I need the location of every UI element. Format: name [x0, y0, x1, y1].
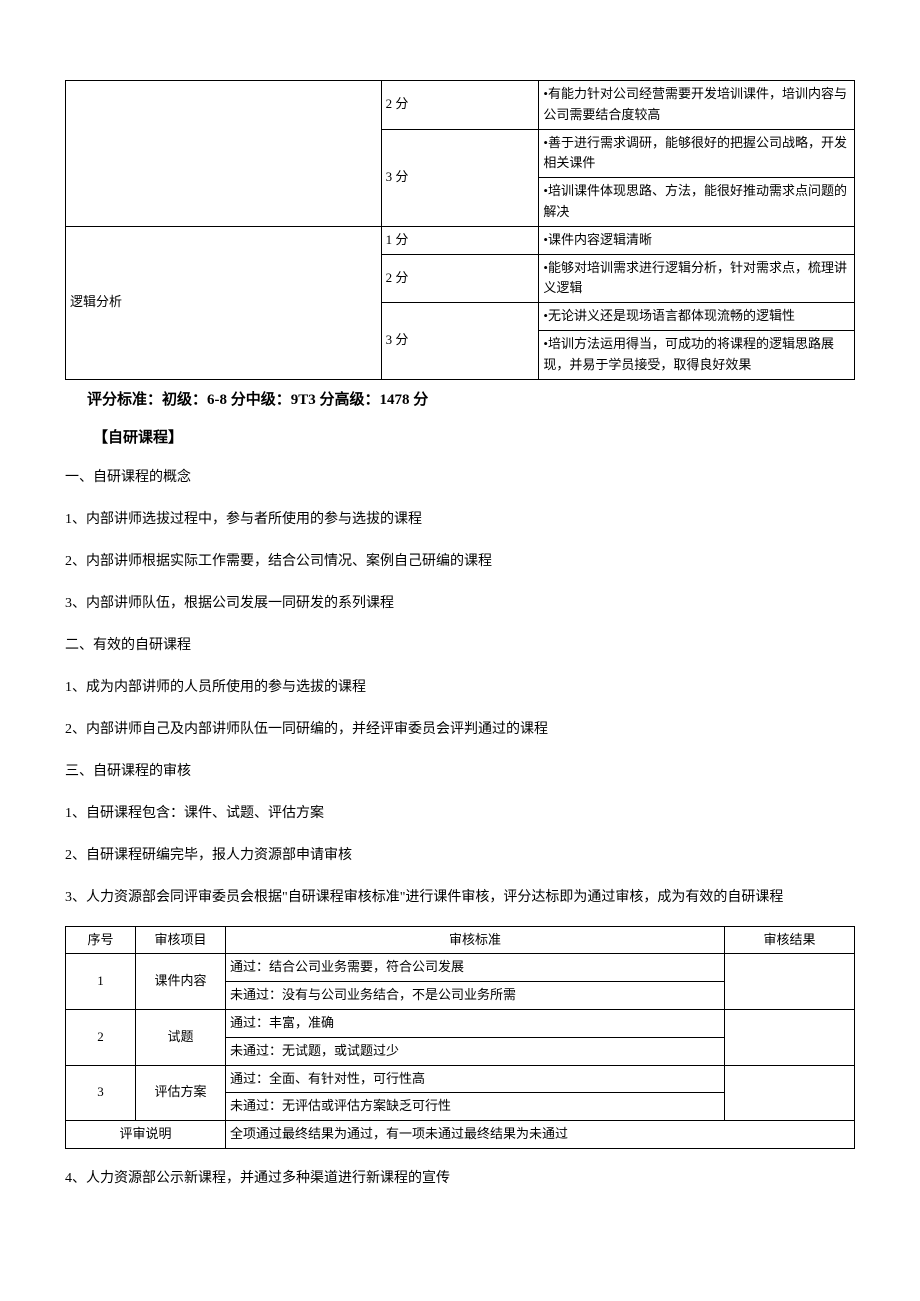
header-seq: 序号 — [66, 926, 136, 954]
header-item: 审核项目 — [136, 926, 226, 954]
score-cell: 3 分 — [381, 129, 539, 226]
header-std: 审核标准 — [226, 926, 725, 954]
paragraph: 二、有效的自研课程 — [65, 632, 855, 660]
item-cell: 评估方案 — [136, 1065, 226, 1121]
paragraph: 3、内部讲师队伍，根据公司发展一同研发的系列课程 — [65, 590, 855, 618]
table-row: 逻辑分析 1 分 •课件内容逻辑清晰 — [66, 226, 855, 254]
paragraph: 1、自研课程包含：课件、试题、评估方案 — [65, 800, 855, 828]
seq-cell: 3 — [66, 1065, 136, 1121]
seq-cell: 2 — [66, 1009, 136, 1065]
paragraph: 2、内部讲师自己及内部讲师队伍一同研编的，并经评审委员会评判通过的课程 — [65, 716, 855, 744]
header-result: 审核结果 — [725, 926, 855, 954]
rating-standard: 评分标准：初级：6-8 分中级：9T3 分高级：1478 分 — [87, 388, 855, 412]
result-cell — [725, 1065, 855, 1121]
desc-cell: •善于进行需求调研，能够很好的把握公司战略，开发相关课件 — [539, 129, 855, 178]
paragraph: 4、人力资源部公示新课程，并通过多种渠道进行新课程的宣传 — [65, 1165, 855, 1193]
paragraph: 一、自研课程的概念 — [65, 464, 855, 492]
desc-cell: •课件内容逻辑清晰 — [539, 226, 855, 254]
category-cell: 逻辑分析 — [66, 226, 382, 379]
paragraph: 1、内部讲师选拔过程中，参与者所使用的参与选拔的课程 — [65, 506, 855, 534]
desc-cell: •能够对培训需求进行逻辑分析，针对需求点，梳理讲义逻辑 — [539, 254, 855, 303]
paragraph: 2、自研课程研编完毕，报人力资源部申请审核 — [65, 842, 855, 870]
score-cell: 3 分 — [381, 303, 539, 379]
table-header-row: 序号 审核项目 审核标准 审核结果 — [66, 926, 855, 954]
table-row: 3 评估方案 通过：全面、有针对性，可行性高 — [66, 1065, 855, 1093]
paragraph: 三、自研课程的审核 — [65, 758, 855, 786]
table-row: 2 分 •有能力针对公司经营需要开发培训课件，培训内容与公司需要结合度较高 — [66, 81, 855, 130]
footer-text: 全项通过最终结果为通过，有一项未通过最终结果为未通过 — [226, 1121, 855, 1149]
desc-cell: •有能力针对公司经营需要开发培训课件，培训内容与公司需要结合度较高 — [539, 81, 855, 130]
score-cell: 2 分 — [381, 81, 539, 130]
desc-cell: •培训课件体现思路、方法，能很好推动需求点问题的解决 — [539, 178, 855, 227]
paragraph: 3、人力资源部会同评审委员会根据"自研课程审核标准"进行课件审核，评分达标即为通… — [65, 884, 855, 912]
item-cell: 课件内容 — [136, 954, 226, 1010]
review-table: 序号 审核项目 审核标准 审核结果 1 课件内容 通过：结合公司业务需要，符合公… — [65, 926, 855, 1149]
paragraph: 1、成为内部讲师的人员所使用的参与选拔的课程 — [65, 674, 855, 702]
footer-label: 评审说明 — [66, 1121, 226, 1149]
table-row: 1 课件内容 通过：结合公司业务需要，符合公司发展 — [66, 954, 855, 982]
paragraph: 2、内部讲师根据实际工作需要，结合公司情况、案例自己研编的课程 — [65, 548, 855, 576]
result-cell — [725, 954, 855, 1010]
desc-cell: •无论讲义还是现场语言都体现流畅的逻辑性 — [539, 303, 855, 331]
std-cell: 未通过：没有与公司业务结合，不是公司业务所需 — [226, 982, 725, 1010]
score-cell: 2 分 — [381, 254, 539, 303]
table-footer-row: 评审说明 全项通过最终结果为通过，有一项未通过最终结果为未通过 — [66, 1121, 855, 1149]
std-cell: 未通过：无评估或评估方案缺乏可行性 — [226, 1093, 725, 1121]
category-cell — [66, 81, 382, 227]
std-cell: 通过：全面、有针对性，可行性高 — [226, 1065, 725, 1093]
std-cell: 通过：结合公司业务需要，符合公司发展 — [226, 954, 725, 982]
std-cell: 通过：丰富，准确 — [226, 1009, 725, 1037]
desc-cell: •培训方法运用得当，可成功的将课程的逻辑思路展现，并易于学员接受，取得良好效果 — [539, 330, 855, 379]
item-cell: 试题 — [136, 1009, 226, 1065]
scoring-table: 2 分 •有能力针对公司经营需要开发培训课件，培训内容与公司需要结合度较高 3 … — [65, 80, 855, 380]
std-cell: 未通过：无试题，或试题过少 — [226, 1037, 725, 1065]
result-cell — [725, 1009, 855, 1065]
score-cell: 1 分 — [381, 226, 539, 254]
seq-cell: 1 — [66, 954, 136, 1010]
table-row: 2 试题 通过：丰富，准确 — [66, 1009, 855, 1037]
section-header: 【自研课程】 — [93, 426, 855, 450]
